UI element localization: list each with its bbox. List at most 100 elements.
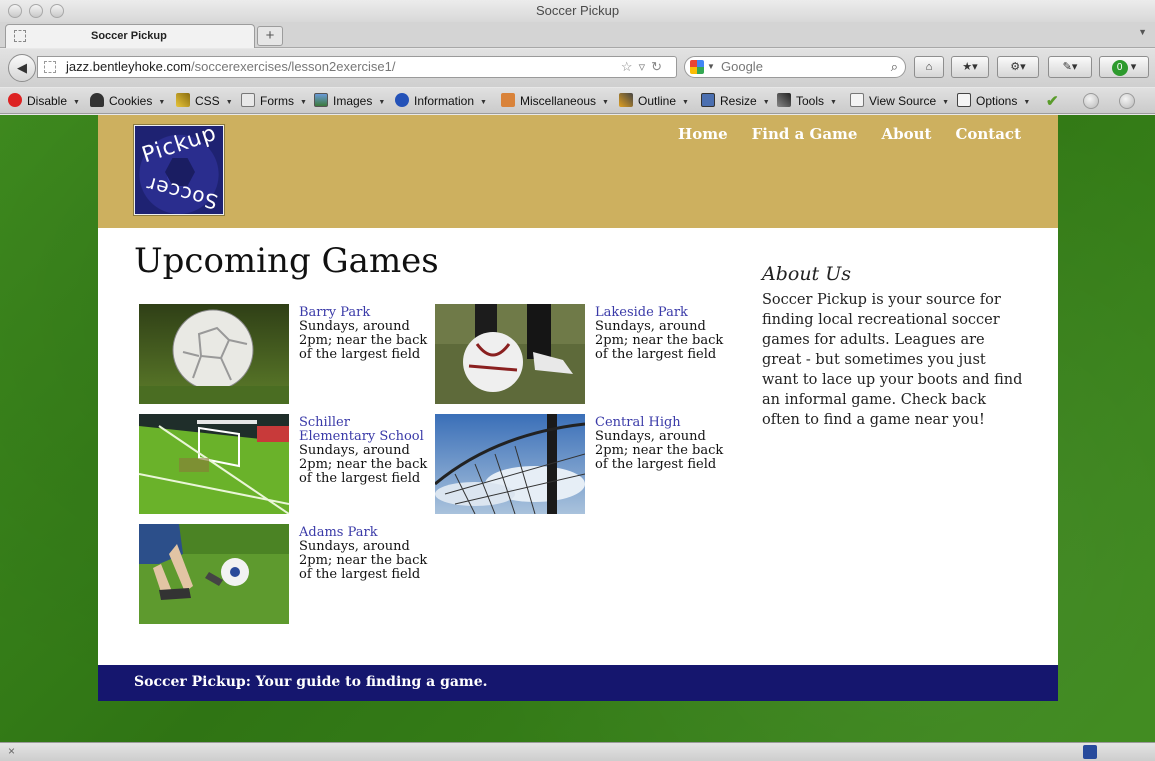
game-description: Sundays, around 2pm; near the back of th… xyxy=(595,429,724,472)
nav-contact[interactable]: Contact xyxy=(955,125,1021,143)
game-link-lakeside-park[interactable]: Lakeside Park xyxy=(595,306,725,320)
nav-about[interactable]: About xyxy=(881,125,931,143)
devbar-label: Disable xyxy=(27,94,68,108)
site-identity-icon[interactable] xyxy=(44,61,56,73)
game-description: Sundays, around 2pm; near the back of th… xyxy=(299,443,428,486)
disable-icon xyxy=(8,93,22,107)
js-status-icon[interactable] xyxy=(1119,93,1135,109)
tab-list-icon[interactable]: ▼ xyxy=(1138,27,1147,37)
devbar-label: Miscellaneous xyxy=(520,94,597,108)
addon-badge-button[interactable]: 0 ▾ xyxy=(1099,56,1149,78)
resize-icon xyxy=(701,93,715,107)
goal-net-sky-photo xyxy=(435,414,585,514)
tab-soccer-pickup[interactable]: Soccer Pickup xyxy=(5,24,255,48)
game-link-schiller-elementary-school[interactable]: Schiller Elementary School xyxy=(299,416,429,444)
addon-badge: 0 xyxy=(1111,60,1128,76)
history-dropdown-icon[interactable]: ▿ xyxy=(639,59,652,74)
devbar-forms[interactable]: Forms ▼ xyxy=(241,93,307,109)
url-path: /soccerexercises/lesson2exercise1/ xyxy=(191,59,396,74)
web-developer-toolbar: Disable ▼ Cookies ▼ CSS ▼ Forms ▼ Images ▼ In… xyxy=(0,88,1155,114)
validation-check-icon[interactable]: ✔ xyxy=(1046,92,1059,110)
devbar-miscellaneous[interactable]: Miscellaneous ▼ xyxy=(501,93,609,109)
nav-home[interactable]: Home xyxy=(678,125,728,143)
google-icon[interactable] xyxy=(690,60,704,74)
nav-find-a-game[interactable]: Find a Game xyxy=(752,125,858,143)
search-icon[interactable]: ⌕ xyxy=(891,57,898,77)
search-engine-dropdown-icon[interactable]: ▼ xyxy=(707,57,715,77)
game-description: Sundays, around 2pm; near the back of th… xyxy=(299,539,428,582)
game-description: Sundays, around 2pm; near the back of th… xyxy=(299,319,428,362)
devbar-view-source[interactable]: View Source ▼ xyxy=(850,93,949,109)
devbar-css[interactable]: CSS ▼ xyxy=(176,93,233,109)
url-bar[interactable]: jazz.bentleyhoke.com/soccerexercises/les… xyxy=(37,56,677,78)
devbar-resize[interactable]: Resize ▼ xyxy=(701,93,770,109)
url-bar-icons[interactable]: ☆▿↻ xyxy=(621,57,668,77)
tools-icon xyxy=(777,93,791,107)
soccer-pickup-logo[interactable]: Pickup Soccer xyxy=(133,121,225,216)
devbar-label: Outline xyxy=(638,94,677,108)
game-card: Adams Park Sundays, around 2pm; near the… xyxy=(139,524,429,624)
game-link-adams-park[interactable]: Adams Park xyxy=(299,526,429,540)
devbar-label: View Source xyxy=(869,94,937,108)
page-title: Upcoming Games xyxy=(134,241,439,281)
url-text[interactable]: jazz.bentleyhoke.com/soccerexercises/les… xyxy=(66,57,396,77)
search-input[interactable]: Google xyxy=(721,57,763,77)
devbar-label: Information xyxy=(414,94,475,108)
devbar-disable[interactable]: Disable ▼ xyxy=(8,93,80,109)
about-us-heading: About Us xyxy=(762,263,851,285)
pen-icon: ✎▾ xyxy=(1062,61,1078,73)
page-icon xyxy=(14,30,26,42)
zoom-window-button[interactable] xyxy=(50,4,64,18)
information-icon xyxy=(395,93,409,107)
devbar-options[interactable]: Options ▼ xyxy=(957,93,1030,109)
game-card: Schiller Elementary School Sundays, arou… xyxy=(139,414,429,514)
devbar-cookies[interactable]: Cookies ▼ xyxy=(90,93,165,109)
devbar-outline[interactable]: Outline ▼ xyxy=(619,93,689,109)
search-bar[interactable]: ▼ Google ⌕ xyxy=(684,56,906,78)
devbar-label: Images xyxy=(333,94,373,108)
forms-icon xyxy=(241,93,255,107)
site-page: Pickup Soccer Home Find a Game About Con… xyxy=(98,115,1058,701)
bookmarks-button[interactable]: ★▾ xyxy=(951,56,989,78)
window-titlebar: Soccer Pickup xyxy=(0,0,1155,22)
status-bar: × xyxy=(0,742,1155,761)
close-statusbar-icon[interactable]: × xyxy=(8,744,15,758)
cookies-icon xyxy=(90,93,104,107)
page-viewport: Pickup Soccer Home Find a Game About Con… xyxy=(0,115,1155,742)
url-host: jazz.bentleyhoke.com xyxy=(66,59,192,74)
devbar-label: CSS xyxy=(195,94,220,108)
home-icon: ⌂ xyxy=(925,61,933,73)
devbar-tools[interactable]: Tools ▼ xyxy=(777,93,837,109)
reload-icon[interactable]: ↻ xyxy=(651,59,668,74)
addon-icon: ⚙▾ xyxy=(1010,61,1026,73)
game-link-barry-park[interactable]: Barry Park xyxy=(299,306,429,320)
about-us-text: Soccer Pickup is your source for finding… xyxy=(762,292,1023,428)
devbar-images[interactable]: Images ▼ xyxy=(314,93,385,109)
back-button[interactable]: ◀ xyxy=(8,54,36,82)
footer-text: Soccer Pickup: Your guide to finding a g… xyxy=(134,674,488,690)
new-tab-button[interactable]: + xyxy=(257,26,283,46)
images-icon xyxy=(314,93,328,107)
main-nav: Home Find a Game About Contact xyxy=(678,125,1021,143)
back-arrow-icon: ◀ xyxy=(17,60,27,75)
soccer-goal-field-photo xyxy=(139,414,289,514)
addon-button[interactable]: ⚙▾ xyxy=(997,56,1039,78)
devbar-information[interactable]: Information ▼ xyxy=(395,93,487,109)
tab-strip: Soccer Pickup + ▼ xyxy=(0,22,1155,48)
options-icon xyxy=(957,93,971,107)
game-link-central-high[interactable]: Central High xyxy=(595,416,725,430)
game-card: Barry Park Sundays, around 2pm; near the… xyxy=(139,304,429,404)
window-controls[interactable] xyxy=(8,4,64,18)
home-button[interactable]: ⌂ xyxy=(914,56,944,78)
addon-status-icon[interactable] xyxy=(1083,745,1097,759)
navigation-toolbar: ◀ jazz.bentleyhoke.com/soccerexercises/l… xyxy=(0,49,1155,87)
kicking-ball-photo xyxy=(139,524,289,624)
minimize-window-button[interactable] xyxy=(29,4,43,18)
view-source-icon xyxy=(850,93,864,107)
css-icon xyxy=(176,93,190,107)
close-window-button[interactable] xyxy=(8,4,22,18)
bookmark-star-icon[interactable]: ☆ xyxy=(621,59,639,74)
tools-addon-button[interactable]: ✎▾ xyxy=(1048,56,1092,78)
css-status-icon[interactable] xyxy=(1083,93,1099,109)
game-card: Central High Sundays, around 2pm; near t… xyxy=(435,414,725,514)
